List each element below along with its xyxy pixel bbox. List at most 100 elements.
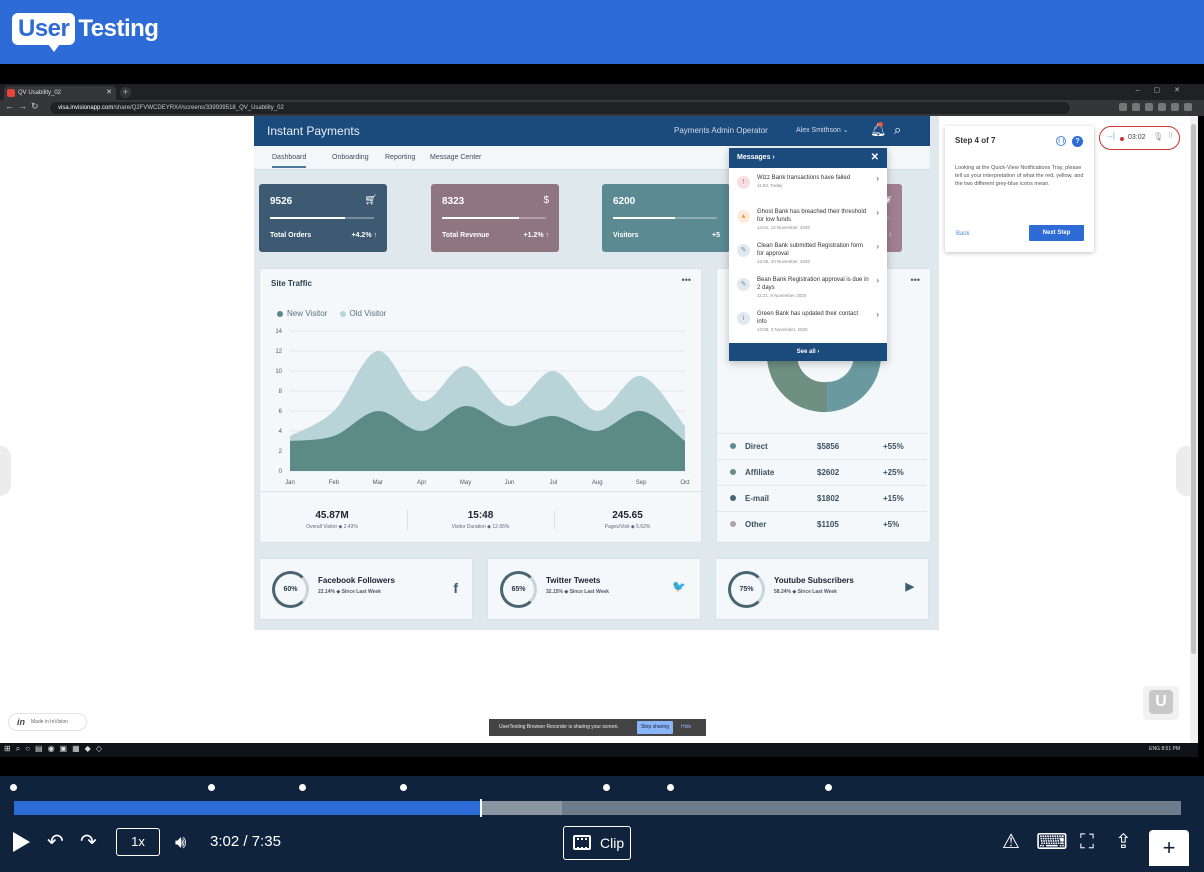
pause-icon[interactable]: ❙❙ bbox=[1056, 136, 1066, 146]
youtube-icon: ▶ bbox=[905, 581, 914, 593]
help-icon[interactable]: ? bbox=[1072, 136, 1083, 147]
collapse-icon[interactable]: →| bbox=[1106, 133, 1115, 140]
messages-tray: Messages › ✕ ! Wizz Bank transactions hav… bbox=[729, 148, 887, 361]
usertesting-logo[interactable]: User Testing bbox=[12, 12, 159, 52]
extension-icon[interactable] bbox=[1171, 103, 1179, 111]
prev-screen-icon[interactable] bbox=[0, 446, 11, 496]
stat-progress bbox=[613, 217, 717, 219]
new-tab-icon[interactable]: + bbox=[120, 87, 131, 98]
extension-icon[interactable] bbox=[1132, 103, 1140, 111]
traffic-stat-caption: Pages/Visit ◆ 5.62% bbox=[604, 524, 651, 530]
traffic-stat-caption: Overall Visitor ◆ 2.43% bbox=[306, 524, 358, 530]
url-path: /share/Q2FVWCDEYRX#/screens/339939518_QV… bbox=[113, 105, 284, 111]
address-bar[interactable]: visa.invisionapp.com/share/Q2FVWCDEYRX#/… bbox=[50, 102, 1070, 114]
warning-icon[interactable]: ⚠ bbox=[1002, 832, 1020, 852]
user-menu[interactable]: Alex Smithson ⌄ bbox=[796, 126, 849, 134]
hide-button[interactable]: Hide bbox=[681, 719, 691, 736]
browser-tab[interactable]: QV Usability_02 ✕ bbox=[4, 86, 116, 100]
stop-sharing-button[interactable]: Stop sharing bbox=[637, 721, 673, 734]
tab-dashboard[interactable]: Dashboard bbox=[272, 154, 307, 168]
rewind-5-icon[interactable]: ↶ bbox=[47, 832, 64, 852]
playback-speed-button[interactable]: 1x bbox=[116, 828, 160, 856]
traffic-stat: 15:48 Visitor Duration ◆ 12.65% bbox=[407, 510, 553, 530]
social-card-twitter: 65% Twitter Tweets 32.15% ◆ Since Last W… bbox=[487, 558, 701, 620]
timeline-marker[interactable] bbox=[299, 784, 307, 791]
message-item[interactable]: i Green Bank has updated their contact in… bbox=[729, 310, 887, 344]
page-scroll-thumb[interactable] bbox=[1191, 124, 1196, 654]
site-traffic-card: Site Traffic ••• New Visitor Old Visitor… bbox=[259, 268, 703, 543]
social-card-youtube: 75% Youtube Subscribers 58.24% ◆ Since L… bbox=[715, 558, 929, 620]
tab-reporting[interactable]: Reporting bbox=[385, 154, 415, 161]
video-frame[interactable]: QV Usability_02 ✕ + –▢✕ ←→↻ visa.invisio… bbox=[0, 64, 1204, 776]
forward-5-icon[interactable]: ↷ bbox=[80, 832, 97, 852]
timeline-marker[interactable] bbox=[667, 784, 675, 791]
social-title: Facebook Followers bbox=[318, 576, 395, 585]
time-separator: / bbox=[243, 833, 248, 850]
message-date: 14:35, 10 November, 2020 bbox=[757, 259, 811, 264]
messages-header[interactable]: Messages › ✕ bbox=[729, 148, 887, 168]
social-title: Twitter Tweets bbox=[546, 576, 601, 585]
volume-icon[interactable]: 🔊︎ bbox=[175, 832, 186, 853]
source-row: E-mail $1802 +15% bbox=[717, 485, 927, 511]
share-icon[interactable]: ⇪ bbox=[1115, 832, 1132, 852]
recording-time: 03:02 bbox=[1128, 134, 1146, 141]
search-icon[interactable]: ⌕ bbox=[894, 122, 901, 138]
tab-close-icon[interactable]: ✕ bbox=[106, 86, 112, 100]
invision-favicon-icon bbox=[7, 89, 15, 97]
logo-testing-text: Testing bbox=[78, 15, 159, 42]
bell-icon[interactable]: 🔔︎ bbox=[870, 122, 887, 138]
close-icon[interactable]: ✕ bbox=[871, 148, 879, 168]
fullscreen-icon[interactable]: ⛶ bbox=[1080, 832, 1094, 852]
timeline-marker[interactable] bbox=[824, 784, 832, 791]
window-controls-icon[interactable]: –▢✕ bbox=[1136, 86, 1194, 94]
browser-tab-title: QV Usability_02 bbox=[18, 90, 62, 96]
extension-icon[interactable] bbox=[1184, 103, 1192, 111]
browser-nav-icons[interactable]: ←→↻ bbox=[5, 101, 43, 112]
play-icon[interactable] bbox=[13, 832, 30, 852]
see-all-button[interactable]: See all › bbox=[729, 343, 887, 361]
extension-icon[interactable] bbox=[1145, 103, 1153, 111]
timeline-marker[interactable] bbox=[10, 784, 17, 791]
message-item[interactable]: ▲ Ghost Bank has breached their threshold… bbox=[729, 208, 887, 242]
drag-handle-icon[interactable]: ⠿ bbox=[1168, 132, 1173, 140]
source-row: Direct $5856 +55% bbox=[717, 433, 927, 459]
add-note-button[interactable]: + bbox=[1149, 830, 1189, 866]
back-button[interactable]: Back bbox=[956, 231, 969, 237]
tab-message-center[interactable]: Message Center bbox=[430, 154, 481, 161]
invision-logo-icon: in bbox=[17, 717, 25, 727]
stat-label: Total Orders bbox=[270, 232, 312, 239]
timeline-marker[interactable] bbox=[208, 784, 216, 791]
x-tick-label: Feb bbox=[329, 480, 340, 486]
next-step-button[interactable]: Next Step bbox=[1029, 225, 1084, 241]
timeline-track[interactable] bbox=[14, 799, 1181, 817]
x-tick-label: Aug bbox=[592, 480, 603, 486]
message-item[interactable]: ✎ Clean Bank submitted Registration form … bbox=[729, 242, 887, 276]
browser-tab-strip: QV Usability_02 ✕ + –▢✕ bbox=[0, 84, 1204, 100]
operator-label[interactable]: Payments Admin Operator bbox=[674, 126, 768, 135]
x-tick-label: Jan bbox=[285, 480, 295, 486]
more-icon[interactable]: ••• bbox=[911, 275, 920, 285]
clip-button[interactable]: Clip bbox=[563, 826, 631, 860]
chevron-right-icon: › bbox=[876, 276, 879, 285]
pencil-icon: ✎ bbox=[737, 244, 750, 257]
step-instructions: Looking at the Quick-View Notifications … bbox=[955, 165, 1084, 187]
made-in-invision-badge[interactable]: in Made in InVision bbox=[8, 713, 87, 731]
y-tick-label: 0 bbox=[279, 469, 283, 475]
legend-new: New Visitor bbox=[287, 309, 328, 318]
source-pct: +25% bbox=[883, 468, 904, 477]
timeline-marker[interactable] bbox=[399, 784, 407, 791]
more-icon[interactable]: ••• bbox=[682, 275, 691, 285]
timeline-marker[interactable] bbox=[602, 784, 610, 791]
keyboard-icon[interactable]: ⌨ bbox=[1036, 831, 1068, 853]
pencil-icon: ✎ bbox=[737, 278, 750, 291]
recorder-widget: →| 03:02 🎙︎ ⠿ bbox=[1099, 126, 1180, 150]
taskbar-app-icons[interactable]: ⊞⌕○▤◉▣▦◆◇ bbox=[4, 744, 107, 754]
message-item[interactable]: ✎ Bean Bank Registration approval is due … bbox=[729, 276, 887, 310]
dollar-icon: $ bbox=[543, 195, 549, 206]
tab-onboarding[interactable]: Onboarding bbox=[332, 154, 369, 161]
playhead[interactable] bbox=[479, 799, 482, 817]
extension-icon[interactable] bbox=[1158, 103, 1166, 111]
extension-icon[interactable] bbox=[1119, 103, 1127, 111]
browser-toolbar: ←→↻ visa.invisionapp.com/share/Q2FVWCDEY… bbox=[0, 100, 1204, 116]
message-item[interactable]: ! Wizz Bank transactions have failed 11:53… bbox=[729, 174, 887, 208]
